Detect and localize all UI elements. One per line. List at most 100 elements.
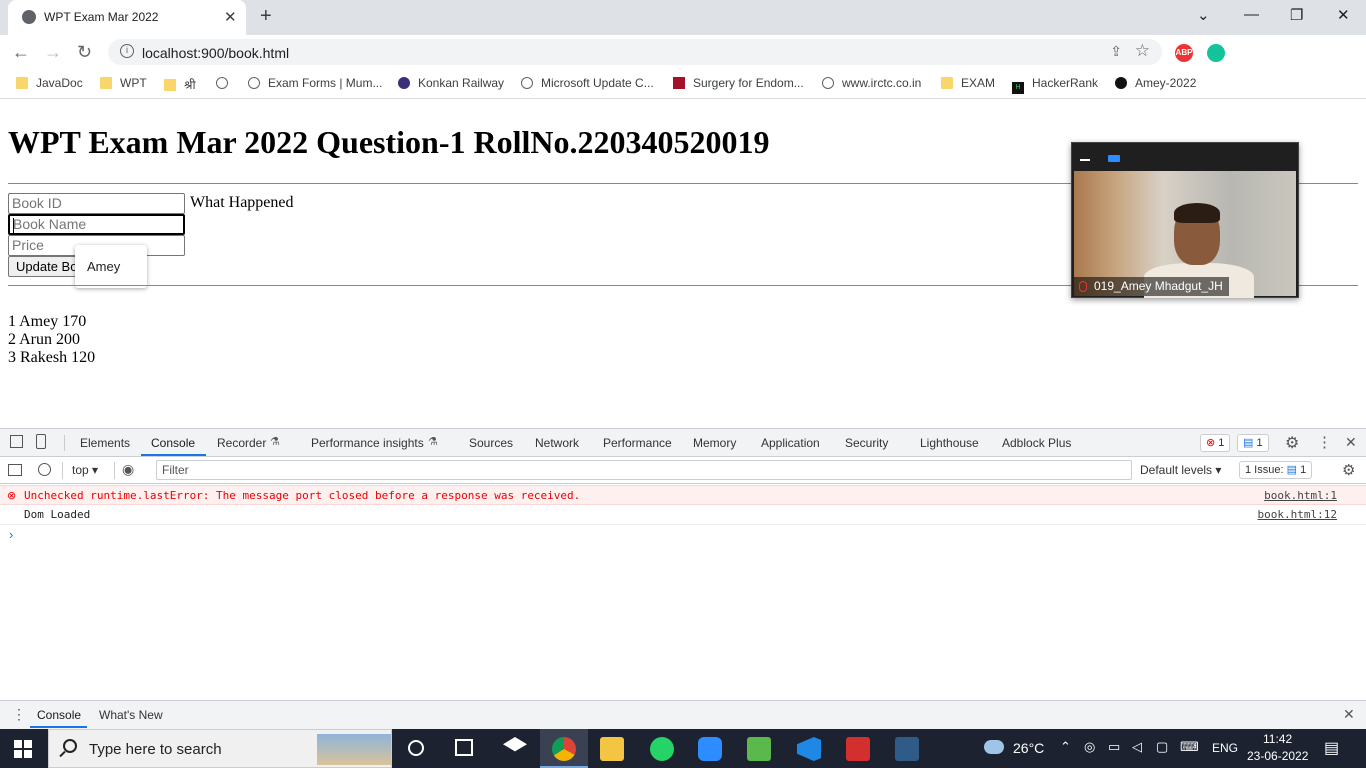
- tab-lighthouse[interactable]: Lighthouse: [920, 436, 979, 450]
- new-tab-icon[interactable]: +: [260, 5, 272, 28]
- tab-security[interactable]: Security: [845, 436, 888, 450]
- taskbar-search-input[interactable]: Type here to search: [48, 729, 392, 768]
- meet-now-icon[interactable]: ◎: [1084, 739, 1095, 755]
- context-select[interactable]: top ▾: [72, 463, 98, 477]
- restore-icon[interactable]: ❐: [1290, 6, 1303, 24]
- source-link[interactable]: book.html:1: [1264, 486, 1337, 506]
- tab-network[interactable]: Network: [535, 436, 579, 450]
- tab-console[interactable]: Console: [151, 436, 195, 450]
- tray-overflow-icon[interactable]: ⌃: [1060, 739, 1071, 755]
- tab-performance-insights[interactable]: Performance insights: [311, 436, 424, 450]
- tab-elements[interactable]: Elements: [80, 436, 130, 450]
- message-count-badge[interactable]: ▤ 1: [1237, 434, 1269, 452]
- bookmark-shri[interactable]: श्री: [164, 76, 196, 93]
- close-devtools-icon[interactable]: ✕: [1345, 434, 1357, 451]
- drawer-tab-console[interactable]: Console: [37, 708, 81, 722]
- vscode-icon[interactable]: [797, 737, 821, 761]
- file-explorer-icon[interactable]: [600, 737, 624, 761]
- minimize-video-icon[interactable]: [1080, 159, 1090, 161]
- console-message-text: Unchecked runtime.lastError: The message…: [24, 489, 581, 502]
- clock-time[interactable]: 11:42: [1263, 732, 1292, 746]
- grammarly-icon[interactable]: [1207, 44, 1225, 62]
- minimize-icon[interactable]: —: [1244, 6, 1259, 23]
- windows-taskbar: Type here to search 26°C ⌃ ◎ ▭ ◁ ▢ ⌨ ENG…: [0, 729, 1366, 768]
- tab-performance[interactable]: Performance: [603, 436, 672, 450]
- keyboard-icon[interactable]: ⌨: [1180, 739, 1199, 755]
- windows-start-icon[interactable]: [14, 740, 32, 758]
- bookmark-irctc[interactable]: www.irctc.co.in: [822, 76, 921, 90]
- device-toolbar-icon[interactable]: [36, 434, 46, 449]
- autofill-suggestion[interactable]: Amey: [75, 245, 147, 288]
- source-link[interactable]: book.html:12: [1258, 505, 1337, 525]
- text-caret: [13, 218, 14, 233]
- log-levels-select[interactable]: Default levels ▾: [1140, 463, 1221, 477]
- back-icon[interactable]: ←: [12, 42, 30, 63]
- video-call-window[interactable]: 019_Amey Mhadgut_JH: [1071, 142, 1299, 298]
- bookmark-surgery[interactable]: Surgery for Endom...: [673, 76, 804, 90]
- console-settings-icon[interactable]: ⚙: [1342, 461, 1355, 479]
- drawer-tab-whats-new[interactable]: What's New: [99, 708, 163, 722]
- book-name-input[interactable]: Book Name: [8, 214, 185, 235]
- site-info-icon[interactable]: i: [120, 44, 134, 58]
- close-drawer-icon[interactable]: ✕: [1343, 706, 1355, 723]
- book-id-input[interactable]: Book ID: [8, 193, 185, 214]
- network-icon[interactable]: ▭: [1108, 739, 1120, 755]
- sidebar-toggle-icon[interactable]: [8, 464, 22, 476]
- clear-console-icon[interactable]: [38, 463, 51, 476]
- acrobat-icon[interactable]: [846, 737, 870, 761]
- bookmark-microsoft-update[interactable]: Microsoft Update C...: [521, 76, 654, 90]
- close-tab-icon[interactable]: ✕: [224, 8, 237, 26]
- more-options-icon[interactable]: ⋮: [1317, 433, 1332, 451]
- bookmark-wpt[interactable]: WPT: [100, 76, 147, 90]
- browser-tab[interactable]: WPT Exam Mar 2022 ✕: [8, 0, 246, 35]
- bookmark-star-icon[interactable]: ☆: [1135, 41, 1150, 61]
- adblock-icon[interactable]: ABP: [1175, 44, 1193, 62]
- zoom-icon[interactable]: [698, 737, 722, 761]
- whatsapp-icon[interactable]: [650, 737, 674, 761]
- settings-gear-icon[interactable]: ⚙: [1285, 433, 1299, 453]
- inspect-icon[interactable]: [10, 435, 23, 448]
- close-window-icon[interactable]: ✕: [1337, 6, 1350, 24]
- list-item: 1 Amey 170: [8, 313, 87, 330]
- tab-recorder[interactable]: Recorder: [217, 436, 266, 450]
- error-count-badge[interactable]: ⊗ 1: [1200, 434, 1231, 452]
- task-view-icon[interactable]: [455, 739, 473, 756]
- bookmark-amey-2022[interactable]: Amey-2022: [1115, 76, 1196, 90]
- mysql-workbench-icon[interactable]: [895, 737, 919, 761]
- tab-application[interactable]: Application: [761, 436, 820, 450]
- address-bar[interactable]: i localhost:900/book.html ⇪ ☆: [108, 39, 1162, 65]
- bookmark-javadoc[interactable]: JavaDoc: [16, 76, 83, 90]
- forward-icon[interactable]: →: [44, 42, 62, 63]
- bookmark-globe[interactable]: [216, 76, 236, 90]
- display-icon[interactable]: ▢: [1156, 739, 1168, 755]
- share-icon[interactable]: ⇪: [1110, 43, 1122, 60]
- cortana-icon[interactable]: [408, 740, 424, 756]
- tab-sources[interactable]: Sources: [469, 436, 513, 450]
- notifications-icon[interactable]: ▤: [1324, 738, 1339, 758]
- clock-date[interactable]: 23-06-2022: [1247, 749, 1308, 763]
- search-placeholder: Type here to search: [89, 741, 222, 758]
- volume-icon[interactable]: ◁: [1132, 739, 1142, 755]
- message-icon: ▤: [1243, 437, 1254, 449]
- list-item: 3 Rakesh 120: [8, 349, 96, 366]
- issues-badge[interactable]: 1 Issue: ▤ 1: [1239, 461, 1313, 479]
- weather-temperature[interactable]: 26°C: [1013, 740, 1044, 756]
- notepad-plus-plus-icon[interactable]: [747, 737, 771, 761]
- tab-memory[interactable]: Memory: [693, 436, 736, 450]
- bookmark-hackerrank[interactable]: H HackerRank: [1012, 76, 1098, 94]
- weather-icon[interactable]: [984, 740, 1004, 754]
- reload-icon[interactable]: ↻: [77, 42, 92, 63]
- tab-search-icon[interactable]: ⌄: [1197, 6, 1210, 24]
- input-language[interactable]: ENG: [1212, 741, 1238, 755]
- drawer-menu-icon[interactable]: ⋮: [12, 706, 26, 723]
- tab-adblock-plus[interactable]: Adblock Plus: [1002, 436, 1071, 450]
- dropbox-icon[interactable]: [503, 737, 527, 752]
- bookmark-exam-forms[interactable]: Exam Forms | Mum...: [248, 76, 382, 90]
- chrome-icon[interactable]: [552, 737, 576, 761]
- console-prompt-icon[interactable]: ›: [9, 527, 13, 542]
- console-filter-input[interactable]: Filter: [156, 460, 1132, 480]
- bookmark-konkan-railway[interactable]: Konkan Railway: [398, 76, 504, 90]
- bookmark-exam[interactable]: EXAM: [941, 76, 995, 90]
- expand-video-icon[interactable]: [1108, 155, 1120, 162]
- live-expression-eye-icon[interactable]: ◉: [122, 461, 134, 478]
